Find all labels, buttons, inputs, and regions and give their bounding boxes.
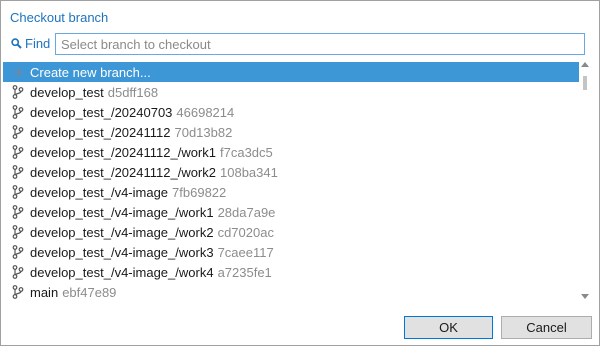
scroll-up-icon[interactable] xyxy=(581,62,589,67)
git-branch-icon xyxy=(11,105,25,119)
branch-name: develop_test_/v4-image xyxy=(30,184,169,200)
branch-name: develop_test_/20241112_/work2 xyxy=(30,164,216,180)
branch-name: develop_test_/20241112_/work1 xyxy=(30,144,216,160)
branch-list-item[interactable]: develop_test_/v4-image_/work1 28da7a9e xyxy=(3,202,579,222)
branch-name: develop_test xyxy=(30,84,104,100)
branch-list-item[interactable]: develop_test_/v4-image_/work3 7caee117 xyxy=(3,242,579,262)
create-new-branch-label: Create new branch... xyxy=(30,64,151,80)
branch-name: develop_test_/20241112 xyxy=(30,124,171,140)
dialog-title: Checkout branch xyxy=(10,10,109,25)
git-branch-icon xyxy=(11,145,25,159)
commit-hash: 46698214 xyxy=(176,104,235,120)
git-branch-icon xyxy=(11,245,25,259)
ok-button[interactable]: OK xyxy=(404,316,493,339)
commit-hash: ebf47e89 xyxy=(62,284,117,300)
commit-hash: 28da7a9e xyxy=(217,204,276,220)
git-branch-icon xyxy=(11,85,25,99)
branch-name: develop_test_/v4-image_/work1 xyxy=(30,204,214,220)
git-branch-icon xyxy=(11,225,25,239)
list-scrollbar[interactable] xyxy=(579,62,591,302)
search-icon xyxy=(11,38,22,49)
branch-list-item[interactable]: develop_test d5dff168 xyxy=(3,82,579,102)
branch-list[interactable]: Create new branch... develop_test d5dff16… xyxy=(3,62,579,302)
branch-name: develop_test_/v4-image_/work4 xyxy=(30,264,214,280)
git-branch-icon xyxy=(11,125,25,139)
git-branch-icon xyxy=(11,165,25,179)
commit-hash: 108ba341 xyxy=(220,164,278,180)
checkout-branch-dialog: Checkout branch Find Create new branch..… xyxy=(0,0,600,346)
commit-hash: 7caee117 xyxy=(217,244,274,260)
git-branch-icon xyxy=(11,265,25,279)
branch-list-item[interactable]: develop_test_/v4-image_/work4 a7235fe1 xyxy=(3,262,579,282)
commit-hash: 70d13b82 xyxy=(174,124,233,140)
plus-icon xyxy=(11,65,25,79)
branch-name: develop_test_/v4-image_/work2 xyxy=(30,224,214,240)
branch-list-item[interactable]: develop_test_/20240703 46698214 xyxy=(3,102,579,122)
branch-name: develop_test_/v4-image_/work3 xyxy=(30,244,214,260)
branch-list-item[interactable]: develop_test_/v4-image_/work2 cd7020ac xyxy=(3,222,579,242)
commit-hash: cd7020ac xyxy=(217,224,274,240)
branch-list-item[interactable]: main ebf47e89 xyxy=(3,282,579,302)
branch-list-item[interactable]: develop_test_/20241112 70d13b82 xyxy=(3,122,579,142)
branch-name: main xyxy=(30,284,59,300)
branch-list-item[interactable]: develop_test_/20241112_/work1 f7ca3dc5 xyxy=(3,142,579,162)
git-branch-icon xyxy=(11,205,25,219)
branch-list-item[interactable]: develop_test_/v4-image 7fb69822 xyxy=(3,182,579,202)
scroll-down-icon[interactable] xyxy=(581,294,589,299)
git-branch-icon xyxy=(11,285,25,299)
find-label-text: Find xyxy=(25,36,51,51)
scroll-thumb[interactable] xyxy=(583,76,587,90)
branch-list-item[interactable]: develop_test_/20241112_/work2 108ba341 xyxy=(3,162,579,182)
commit-hash: d5dff168 xyxy=(107,84,159,100)
commit-hash: f7ca3dc5 xyxy=(220,144,273,160)
commit-hash: a7235fe1 xyxy=(217,264,272,280)
cancel-button[interactable]: Cancel xyxy=(501,316,592,339)
git-branch-icon xyxy=(11,185,25,199)
find-row: Find xyxy=(11,33,591,55)
branch-search-input[interactable] xyxy=(55,33,585,55)
find-label: Find xyxy=(11,36,50,51)
branch-name: develop_test_/20240703 xyxy=(30,104,173,120)
create-new-branch-item[interactable]: Create new branch... xyxy=(3,62,579,82)
commit-hash: 7fb69822 xyxy=(172,184,227,200)
